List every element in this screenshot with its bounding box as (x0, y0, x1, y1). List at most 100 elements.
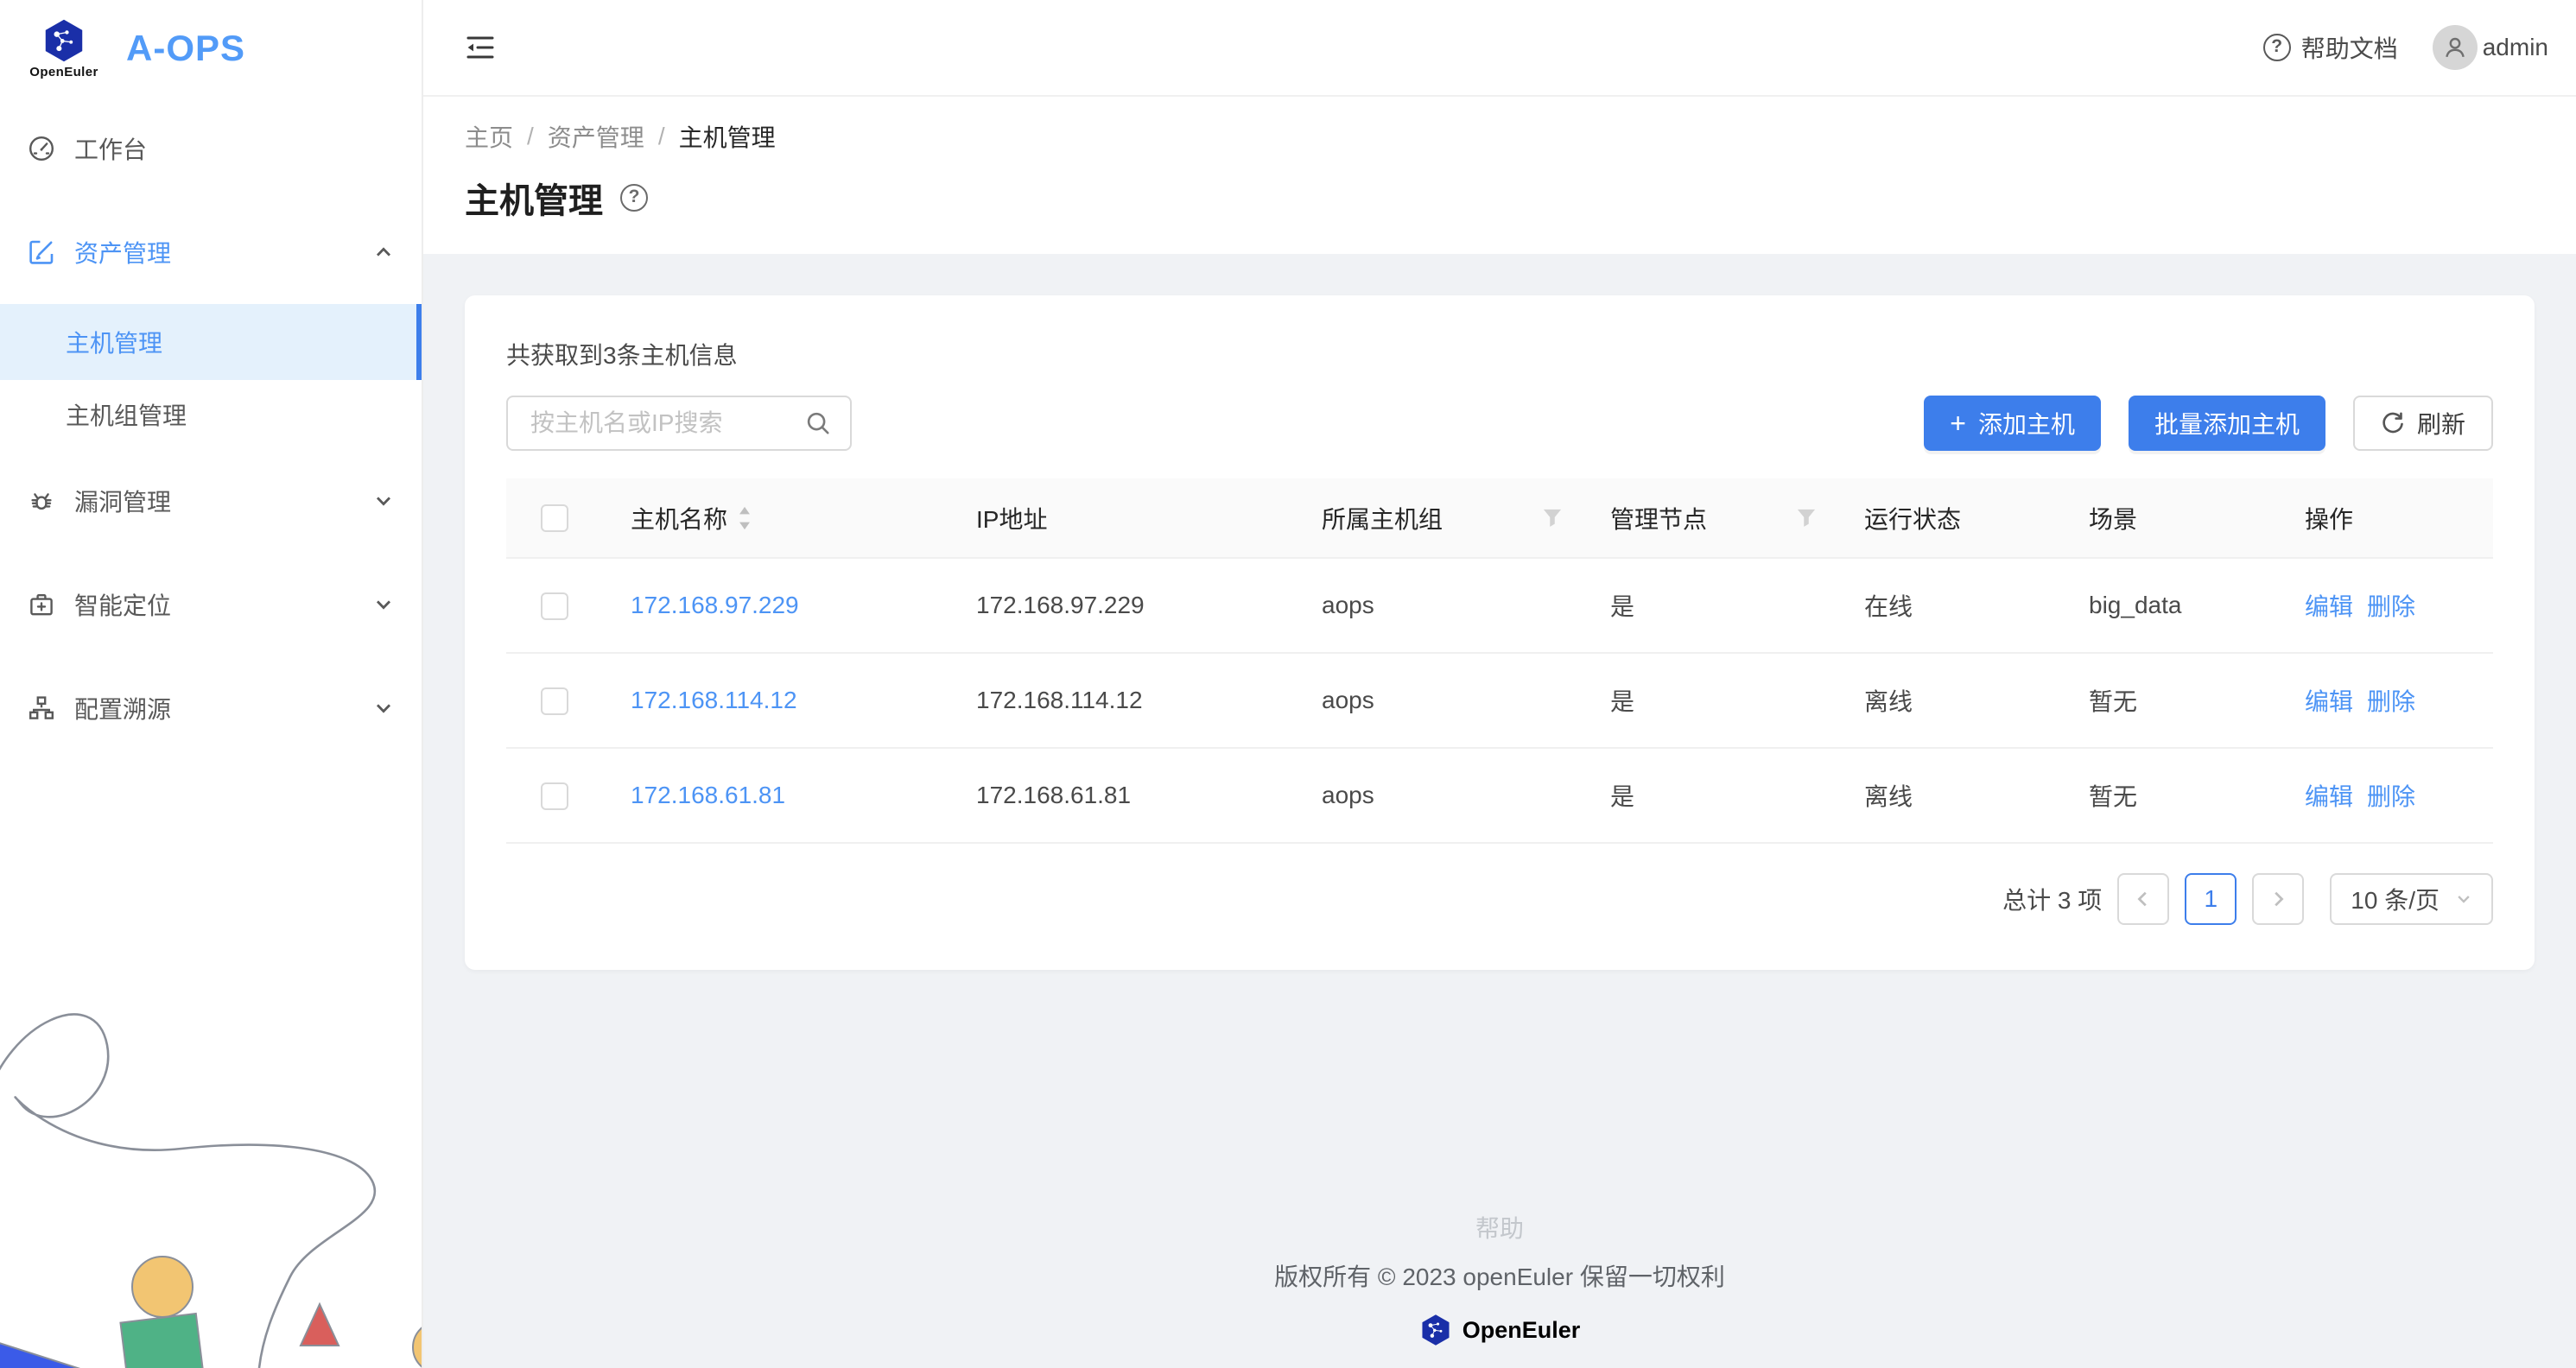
page-size-select[interactable]: 10 条/页 (2330, 873, 2493, 925)
footer-help-link[interactable]: 帮助 (465, 1210, 2535, 1244)
delete-link[interactable]: 删除 (2367, 588, 2415, 623)
breadcrumb-assets[interactable]: 资产管理 (548, 119, 644, 154)
search-icon[interactable] (805, 410, 831, 436)
dashboard-icon (28, 135, 55, 162)
sidebar-item-label: 工作台 (74, 131, 394, 166)
row-checkbox[interactable] (541, 782, 568, 810)
toolbar: + 添加主机 批量添加主机 刷新 (506, 396, 2493, 451)
pagination-total: 总计 3 项 (2002, 882, 2102, 916)
username: admin (2483, 34, 2548, 61)
scene: 暂无 (2061, 653, 2277, 748)
sidebar-item-config-trace[interactable]: 配置溯源 (0, 674, 422, 743)
host-name-link[interactable]: 172.168.114.12 (631, 687, 797, 713)
breadcrumb-home[interactable]: 主页 (465, 119, 513, 154)
breadcrumb-separator: / (658, 123, 665, 150)
breadcrumb-separator: / (527, 123, 534, 150)
avatar (2433, 25, 2478, 70)
sidebar-subitem-label: 主机组管理 (66, 397, 187, 432)
question-circle-icon: ? (2263, 34, 2291, 61)
sidebar: OpenEuler A-OPS 工作台 资产管理 (0, 0, 423, 1368)
sidebar-item-assets[interactable]: 资产管理 (0, 218, 422, 287)
scene: big_data (2061, 558, 2277, 653)
page-size-value: 10 条/页 (2351, 882, 2440, 916)
medicine-box-icon (28, 591, 55, 618)
decorative-shapes (0, 997, 423, 1368)
host-ip: 172.168.114.12 (949, 653, 1294, 748)
select-all-checkbox[interactable] (541, 504, 568, 532)
sidebar-subitem-label: 主机管理 (66, 325, 162, 359)
host-table: 主机名称 IP地址 所属主机组 (506, 478, 2493, 844)
scene: 暂无 (2061, 748, 2277, 843)
menu-fold-icon[interactable] (465, 32, 496, 63)
col-scene: 场景 (2089, 506, 2137, 533)
row-checkbox[interactable] (541, 592, 568, 620)
plus-icon: + (1950, 409, 1966, 437)
host-group: aops (1294, 558, 1583, 653)
filter-funnel-icon[interactable] (1797, 509, 1816, 528)
filter-funnel-icon[interactable] (1543, 509, 1562, 528)
user-menu[interactable]: admin (2433, 25, 2548, 70)
edit-link[interactable]: 编辑 (2305, 778, 2353, 813)
help-doc-label: 帮助文档 (2301, 30, 2398, 65)
table-row: 172.168.97.229 172.168.97.229 aops 是 在线 … (506, 558, 2493, 653)
prev-page-button[interactable] (2117, 873, 2169, 925)
mgmt-node: 是 (1583, 653, 1837, 748)
result-summary: 共获取到3条主机信息 (506, 337, 2493, 371)
refresh-button[interactable]: 刷新 (2353, 396, 2493, 451)
row-checkbox[interactable] (541, 687, 568, 715)
table-row: 172.168.61.81 172.168.61.81 aops 是 离线 暂无… (506, 748, 2493, 843)
table-row: 172.168.114.12 172.168.114.12 aops 是 离线 … (506, 653, 2493, 748)
next-page-button[interactable] (2252, 873, 2304, 925)
search-input[interactable] (527, 408, 805, 439)
batch-add-host-button[interactable]: 批量添加主机 (2129, 396, 2325, 451)
sidebar-item-label: 资产管理 (74, 235, 354, 269)
openeuler-hexagon-icon (1419, 1314, 1452, 1346)
host-group: aops (1294, 748, 1583, 843)
mgmt-node: 是 (1583, 748, 1837, 843)
host-group: aops (1294, 653, 1583, 748)
host-name-link[interactable]: 172.168.97.229 (631, 592, 799, 618)
run-status: 离线 (1837, 653, 2061, 748)
page-help-icon[interactable]: ? (620, 184, 648, 212)
col-host-name: 主机名称 (631, 501, 727, 535)
chevron-down-icon (373, 491, 394, 511)
sidebar-item-host-management[interactable]: 主机管理 (0, 304, 422, 380)
add-host-button[interactable]: + 添加主机 (1924, 396, 2101, 451)
openeuler-logo: OpenEuler (24, 18, 104, 79)
app-title: A-OPS (126, 28, 245, 69)
edit-square-icon (28, 238, 55, 266)
sort-carets-icon[interactable] (738, 506, 752, 530)
cluster-icon (28, 694, 55, 722)
select-chevron-down-icon (2455, 890, 2472, 908)
delete-link[interactable]: 删除 (2367, 683, 2415, 718)
chevron-down-icon (373, 698, 394, 719)
footer-copyright: 版权所有 © 2023 openEuler 保留一切权利 (465, 1258, 2535, 1293)
main-area: ? 帮助文档 admin 主页 / 资产管理 (423, 0, 2576, 1368)
page-1-button[interactable]: 1 (2185, 873, 2237, 925)
sidebar-item-vulnerability[interactable]: 漏洞管理 (0, 466, 422, 535)
sidebar-item-label: 配置溯源 (74, 691, 354, 725)
host-name-link[interactable]: 172.168.61.81 (631, 782, 785, 808)
edit-link[interactable]: 编辑 (2305, 683, 2353, 718)
footer-logo: OpenEuler (465, 1314, 2535, 1346)
help-doc-link[interactable]: ? 帮助文档 (2263, 30, 2398, 65)
sidebar-item-workbench[interactable]: 工作台 (0, 114, 422, 183)
sidebar-item-label: 智能定位 (74, 587, 354, 622)
chevron-down-icon (373, 594, 394, 615)
page-footer: 帮助 版权所有 © 2023 openEuler 保留一切权利 (465, 1210, 2535, 1367)
col-actions: 操作 (2305, 506, 2353, 533)
bug-icon (28, 487, 55, 515)
reload-icon (2381, 411, 2405, 435)
breadcrumb-current: 主机管理 (679, 119, 776, 154)
run-status: 离线 (1837, 748, 2061, 843)
run-status: 在线 (1837, 558, 2061, 653)
edit-link[interactable]: 编辑 (2305, 588, 2353, 623)
col-ip: IP地址 (976, 506, 1047, 533)
sidebar-item-smart-location[interactable]: 智能定位 (0, 570, 422, 639)
sidebar-item-host-group-management[interactable]: 主机组管理 (0, 380, 422, 449)
footer-logo-caption: OpenEuler (1462, 1317, 1581, 1344)
user-icon (2441, 34, 2469, 61)
col-run-status: 运行状态 (1864, 506, 1961, 533)
chevron-up-icon (373, 242, 394, 263)
delete-link[interactable]: 删除 (2367, 778, 2415, 813)
